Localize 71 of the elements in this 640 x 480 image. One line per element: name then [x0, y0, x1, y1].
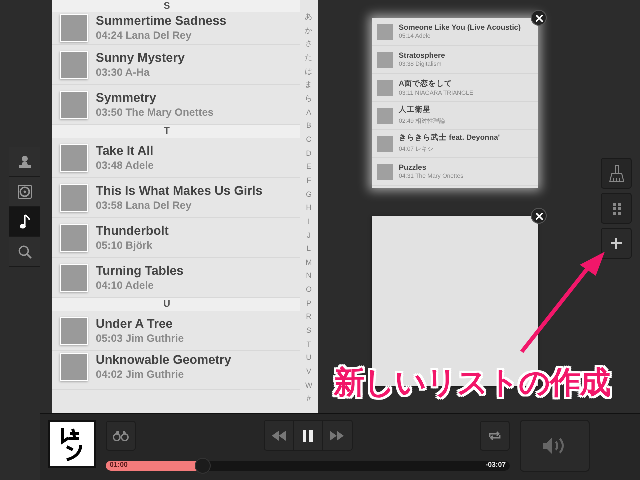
album-art	[60, 316, 88, 344]
album-art	[60, 144, 88, 172]
grid-icon	[612, 202, 620, 214]
song-row[interactable]: This Is What Makes Us Girls 03:58 Lana Del Rey	[52, 178, 300, 218]
song-row[interactable]: Thunderbolt 05:10 Björk	[52, 218, 300, 258]
song-title: Symmetry	[96, 90, 158, 104]
song-row[interactable]: Under A Tree 05:03 Jim Guthrie	[52, 311, 300, 351]
close-button[interactable]	[531, 208, 547, 224]
binoculars-icon	[113, 430, 129, 440]
album-art	[377, 108, 393, 124]
add-icon	[611, 238, 622, 249]
song-title: Take It All	[96, 144, 154, 158]
binoculars-button[interactable]	[106, 420, 136, 450]
repeat-button[interactable]	[480, 420, 510, 450]
album-art	[60, 224, 88, 252]
album-art	[60, 14, 88, 42]
song-row[interactable]: Summertime Sadness 04:24 Lana Del Rey	[52, 12, 300, 45]
song-title: Summertime Sadness	[96, 14, 227, 28]
search-icon	[18, 244, 32, 258]
song-details: 03:50 The Mary Onettes	[96, 106, 214, 118]
song-row[interactable]: Sunny Mystery 03:30 A-Ha	[52, 45, 300, 85]
album-art	[377, 52, 393, 68]
song-details: 03:30 A-Ha	[96, 66, 151, 78]
play-pause-button[interactable]	[294, 421, 322, 450]
album-art	[60, 264, 88, 292]
album-art	[60, 50, 88, 78]
rewind-icon	[272, 430, 286, 440]
song-row[interactable]: Take It All 03:48 Adele	[52, 138, 300, 178]
song-title: Turning Tables	[96, 264, 184, 278]
section-header: T	[52, 125, 300, 138]
rewind-button[interactable]	[264, 421, 294, 450]
toolbar-button[interactable]	[601, 193, 632, 224]
repeat-icon	[488, 430, 502, 440]
song-details: 05:10 Björk	[96, 240, 154, 252]
music-note-icon	[18, 214, 32, 230]
progress-handle[interactable]	[194, 458, 211, 474]
album-art	[377, 136, 393, 152]
song-details: 03:48 Adele	[96, 160, 154, 172]
close-button[interactable]	[531, 10, 547, 26]
close-icon	[536, 212, 542, 220]
song-row[interactable]: Unknowable Geometry 04:02 Jim Guthrie	[52, 351, 300, 390]
person-icon	[18, 154, 32, 168]
song-title: Unknowable Geometry	[96, 353, 232, 367]
song-title: Sunny Mystery	[96, 50, 185, 64]
song-details: 04:02 Jim Guthrie	[96, 369, 186, 381]
album-art	[60, 90, 88, 118]
fast-forward-icon	[330, 430, 344, 440]
song-details: 05:03 Jim Guthrie	[96, 332, 184, 344]
song-details: 03:58 Lana Del Rey	[96, 200, 193, 212]
volume-button[interactable]	[520, 420, 590, 472]
song-details: 04:24 Lana Del Rey	[96, 30, 193, 42]
album-art	[60, 353, 88, 381]
pause-icon	[302, 430, 312, 442]
album-art	[48, 420, 96, 468]
speaker-icon	[543, 437, 567, 455]
section-header: U	[52, 298, 300, 311]
album-art	[60, 184, 88, 212]
broom-icon	[608, 164, 624, 182]
album-art	[377, 80, 393, 96]
song-title: This Is What Makes Us Girls	[96, 184, 263, 198]
add-button[interactable]	[601, 228, 632, 259]
album-art	[377, 164, 393, 180]
song-details: 04:10 Adele	[96, 280, 155, 292]
album-art	[377, 24, 393, 40]
disc-icon	[18, 184, 32, 198]
toolbar-button[interactable]	[601, 158, 632, 189]
song-title: Thunderbolt	[96, 224, 169, 238]
close-icon	[536, 14, 542, 22]
song-title: Under A Tree	[96, 316, 174, 330]
nav-button[interactable]	[9, 207, 40, 237]
section-header: S	[52, 0, 300, 12]
